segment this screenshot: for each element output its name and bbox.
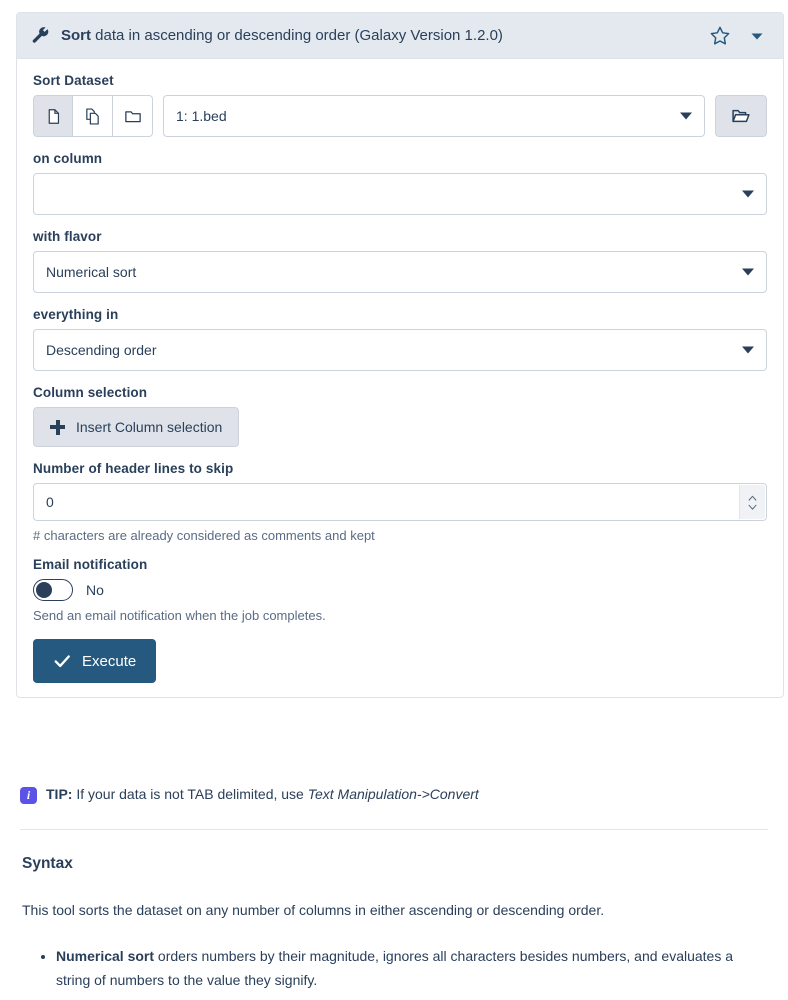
order-select[interactable]: Descending order (33, 329, 767, 371)
tip-label: TIP: (46, 786, 73, 802)
field-column-selection: Column selection Insert Column selection (33, 385, 767, 447)
tip-body: If your data is not TAB delimited, use (72, 786, 308, 802)
insert-column-selection-label: Insert Column selection (76, 419, 223, 435)
header-lines-label: Number of header lines to skip (33, 461, 234, 476)
page-title: Sort data in ascending or descending ord… (61, 27, 709, 44)
tip-row: i TIP: If your data is not TAB delimited… (20, 786, 479, 804)
open-folder-icon (732, 109, 750, 123)
header-lines-help: # characters are already considered as c… (33, 528, 375, 543)
tool-body: Sort Dataset 1: 1.bed on column with fla… (17, 59, 783, 697)
folder-icon (124, 111, 141, 123)
order-caret-icon (742, 346, 754, 354)
field-with-flavor: with flavor Numerical sort (33, 229, 767, 293)
multiple-datasets-button[interactable] (73, 95, 113, 137)
with-flavor-label: with flavor (33, 229, 102, 244)
email-notification-toggle[interactable] (33, 579, 73, 601)
header-lines-value: 0 (46, 494, 54, 510)
insert-column-selection-button[interactable]: Insert Column selection (33, 407, 240, 447)
syntax-paragraph: This tool sorts the dataset on any numbe… (22, 902, 605, 918)
sort-dataset-row: 1: 1.bed (33, 95, 767, 137)
syntax-heading: Syntax (22, 855, 73, 872)
on-column-caret-icon (742, 190, 754, 198)
email-notification-label: Email notification (33, 557, 148, 572)
stepper-down-icon (748, 504, 757, 510)
wrench-icon (31, 26, 51, 46)
single-dataset-button[interactable] (33, 95, 73, 137)
favorite-star-icon[interactable] (709, 25, 731, 47)
sort-dataset-label: Sort Dataset (33, 73, 114, 88)
syntax-bullet-list: Numerical sort orders numbers by their m… (22, 944, 764, 992)
section-divider (20, 829, 768, 830)
on-column-label: on column (33, 151, 103, 166)
tip-text: TIP: If your data is not TAB delimited, … (46, 786, 479, 802)
bullet-term: Numerical sort (56, 948, 155, 964)
dataset-mode-button-group (33, 95, 153, 137)
info-icon: i (20, 787, 37, 804)
tool-name: Sort (61, 27, 91, 44)
list-item: Numerical sort orders numbers by their m… (56, 944, 764, 992)
field-everything-in: everything in Descending order (33, 307, 767, 371)
flavor-select-value: Numerical sort (46, 264, 137, 280)
field-sort-dataset: Sort Dataset 1: 1.bed (33, 73, 767, 137)
stepper-up-icon (748, 495, 757, 501)
execute-button[interactable]: Execute (33, 639, 157, 683)
dataset-select[interactable]: 1: 1.bed (163, 95, 705, 137)
on-column-select[interactable] (33, 173, 767, 215)
column-selection-label: Column selection (33, 385, 148, 400)
field-header-lines: Number of header lines to skip 0 # chara… (33, 461, 767, 543)
field-email-notification: Email notification No Send an email noti… (33, 557, 767, 623)
flavor-caret-icon (742, 268, 754, 276)
check-icon (54, 655, 70, 668)
execute-button-label: Execute (82, 652, 137, 670)
dataset-select-caret-icon (680, 112, 692, 120)
tool-form-page: Sort data in ascending or descending ord… (0, 0, 788, 1000)
email-notification-state: No (86, 582, 104, 598)
toggle-knob (36, 582, 52, 598)
tool-header: Sort data in ascending or descending ord… (17, 13, 783, 59)
tip-emphasis: Text Manipulation->Convert (307, 786, 479, 802)
copy-files-icon (86, 107, 99, 125)
email-notification-help: Send an email notification when the job … (33, 608, 326, 623)
everything-in-label: everything in (33, 307, 119, 322)
tool-card: Sort data in ascending or descending ord… (16, 12, 784, 698)
header-lines-stepper[interactable] (739, 485, 765, 519)
bullet-definition: orders numbers by their magnitude, ignor… (56, 948, 734, 989)
header-lines-input[interactable]: 0 (33, 483, 767, 521)
flavor-select[interactable]: Numerical sort (33, 251, 767, 293)
file-icon (48, 108, 59, 124)
browse-datasets-button[interactable] (715, 95, 767, 137)
options-chevron-down-icon[interactable] (749, 28, 765, 44)
dataset-collection-button[interactable] (113, 95, 153, 137)
email-notification-row: No (33, 579, 767, 601)
field-on-column: on column (33, 151, 767, 215)
plus-icon (50, 419, 65, 435)
order-select-value: Descending order (46, 342, 157, 358)
tool-description: data in ascending or descending order (G… (91, 27, 503, 44)
dataset-select-value: 1: 1.bed (176, 108, 227, 124)
